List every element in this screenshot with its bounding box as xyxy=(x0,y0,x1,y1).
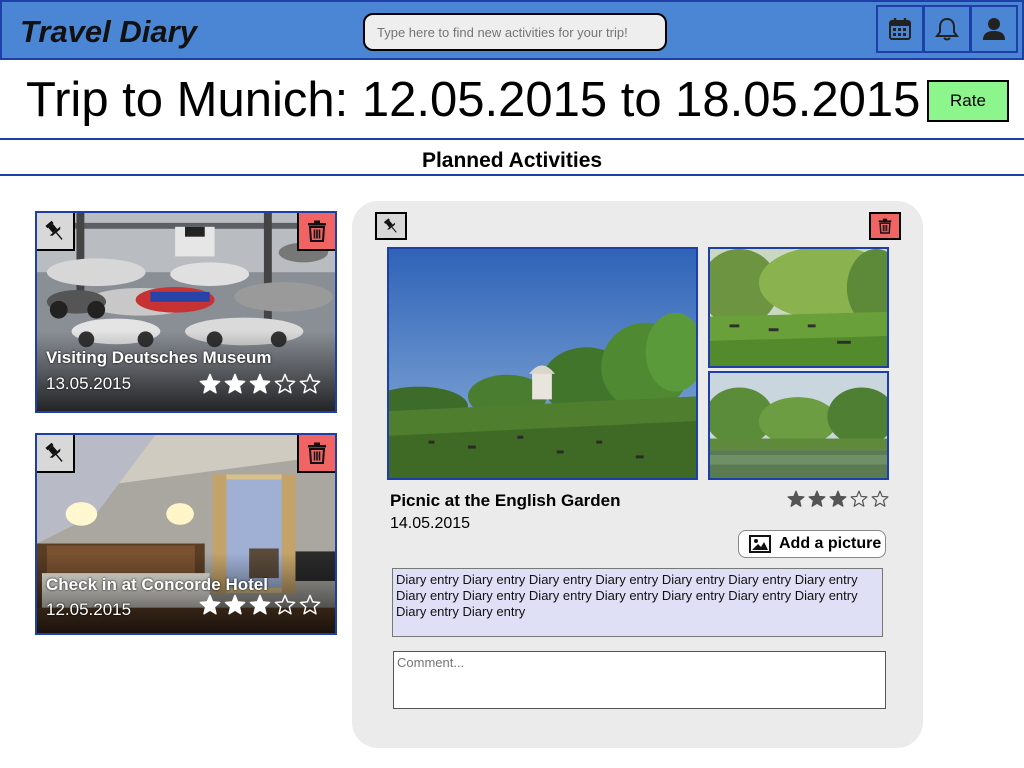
trash-icon xyxy=(308,442,326,464)
lake-photo xyxy=(710,373,887,478)
activity-title: Check in at Concorde Hotel xyxy=(46,575,268,594)
activity-date: 14.05.2015 xyxy=(390,515,471,532)
pin-icon xyxy=(383,218,397,233)
star-rating[interactable] xyxy=(787,490,889,508)
activity-card[interactable]: Visiting Deutsches Museum 13.05.2015 xyxy=(35,211,337,413)
activity-date: 12.05.2015 xyxy=(46,600,132,619)
user-icon xyxy=(983,18,1005,40)
star-empty-icon[interactable] xyxy=(299,373,321,395)
divider xyxy=(0,174,1024,176)
add-picture-label: Add a picture xyxy=(779,535,882,552)
main-photo[interactable] xyxy=(387,247,698,480)
star-rating[interactable] xyxy=(199,594,321,616)
divider xyxy=(0,138,1024,140)
pin-button[interactable] xyxy=(37,435,75,473)
pin-icon xyxy=(45,442,63,462)
star-empty-icon[interactable] xyxy=(274,373,296,395)
activity-title: Picnic at the English Garden xyxy=(390,491,621,510)
section-title: Planned Activities xyxy=(421,149,603,172)
park-photo xyxy=(710,249,887,366)
delete-button[interactable] xyxy=(297,435,335,473)
star-empty-icon[interactable] xyxy=(299,594,321,616)
activity-date: 13.05.2015 xyxy=(46,374,132,393)
delete-button[interactable] xyxy=(297,213,335,251)
search-input[interactable] xyxy=(363,13,667,51)
thumbnail-photo[interactable] xyxy=(708,371,889,480)
pin-icon xyxy=(45,220,63,240)
bell-icon xyxy=(935,17,959,41)
thumbnail-photo[interactable] xyxy=(708,247,889,368)
star-filled-icon[interactable] xyxy=(199,594,221,616)
star-filled-icon[interactable] xyxy=(224,594,246,616)
star-filled-icon[interactable] xyxy=(829,490,847,508)
star-empty-icon[interactable] xyxy=(871,490,889,508)
image-icon xyxy=(749,535,771,553)
pin-button[interactable] xyxy=(37,213,75,251)
activity-title: Visiting Deutsches Museum xyxy=(46,348,272,367)
calendar-icon xyxy=(889,18,911,40)
star-rating[interactable] xyxy=(199,373,321,395)
rate-button[interactable]: Rate xyxy=(927,80,1009,122)
garden-photo xyxy=(389,249,696,478)
notifications-button[interactable] xyxy=(923,5,971,53)
star-empty-icon[interactable] xyxy=(274,594,296,616)
star-filled-icon[interactable] xyxy=(249,373,271,395)
activity-card[interactable]: Check in at Concorde Hotel 12.05.2015 xyxy=(35,433,337,635)
star-filled-icon[interactable] xyxy=(224,373,246,395)
star-filled-icon[interactable] xyxy=(787,490,805,508)
diary-entry[interactable]: Diary entry Diary entry Diary entry Diar… xyxy=(392,568,883,637)
star-empty-icon[interactable] xyxy=(850,490,868,508)
trash-icon xyxy=(308,220,326,242)
add-picture-button[interactable]: Add a picture xyxy=(738,530,886,558)
star-filled-icon[interactable] xyxy=(808,490,826,508)
trip-title: Trip to Munich: 12.05.2015 to 18.05.2015 xyxy=(26,73,921,127)
delete-button[interactable] xyxy=(869,212,901,240)
star-filled-icon[interactable] xyxy=(249,594,271,616)
pin-button[interactable] xyxy=(375,212,407,240)
app-title: Travel Diary xyxy=(20,14,197,49)
trash-icon xyxy=(878,218,892,234)
star-filled-icon[interactable] xyxy=(199,373,221,395)
comment-field[interactable] xyxy=(393,651,886,709)
calendar-button[interactable] xyxy=(876,5,924,53)
profile-button[interactable] xyxy=(970,5,1018,53)
